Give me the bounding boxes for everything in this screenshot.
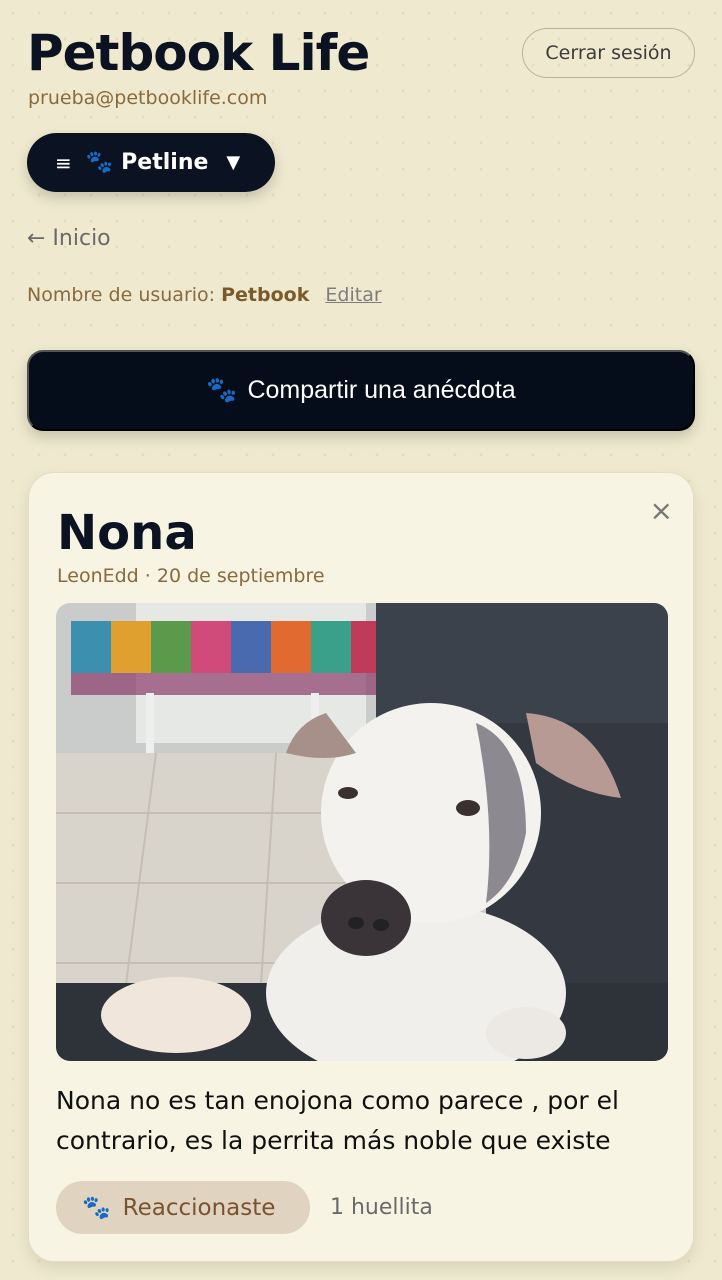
user-email: prueba@petbooklife.com <box>28 87 268 109</box>
paw-icon: 🐾 <box>85 150 114 175</box>
paw-icon: 🐾 <box>206 376 238 404</box>
paw-icon: 🐾 <box>82 1195 111 1221</box>
post-text: Nona no es tan enojona como parece , por… <box>56 1086 619 1155</box>
username-row: Nombre de usuario: Petbook Editar <box>27 284 382 306</box>
close-icon[interactable]: × <box>650 497 673 525</box>
section-menu-button[interactable]: ≡ 🐾 Petline ▼ <box>27 133 275 192</box>
reaction-button[interactable]: 🐾 Reaccionaste <box>56 1181 310 1234</box>
menu-icon: ≡ <box>55 150 72 175</box>
reaction-count: 1 huellita <box>330 1195 433 1220</box>
post-card: × Nona LeonEdd · 20 de septiembre Nona n… <box>28 472 694 1262</box>
post-photo <box>56 603 668 1061</box>
chevron-down-icon: ▼ <box>226 152 241 173</box>
reaction-label: Reaccionaste <box>122 1194 276 1221</box>
logout-button[interactable]: Cerrar sesión <box>522 28 695 78</box>
app-title: Petbook Life <box>27 24 370 82</box>
post-meta: LeonEdd · 20 de septiembre <box>57 565 325 587</box>
section-label: Petline <box>121 150 209 175</box>
share-anecdote-label: Compartir una anécdota <box>247 376 516 404</box>
username-value: Petbook <box>221 284 310 306</box>
back-home-link[interactable]: ← Inicio <box>27 226 111 251</box>
share-anecdote-button[interactable]: 🐾 Compartir una anécdota <box>27 350 695 431</box>
username-prefix: Nombre de usuario: <box>27 284 216 306</box>
post-title: Nona <box>57 505 197 561</box>
edit-username-link[interactable]: Editar <box>325 284 381 306</box>
